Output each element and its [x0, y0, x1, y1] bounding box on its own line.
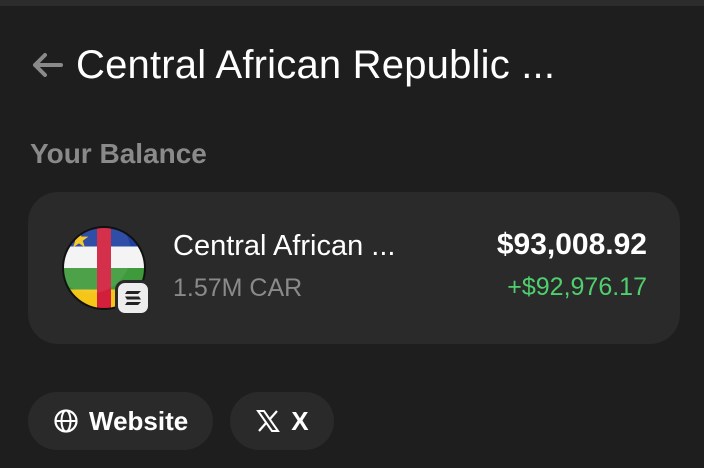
header: Central African Republic ...: [30, 40, 555, 90]
globe-icon: [53, 408, 79, 434]
token-name: Central African ...: [173, 230, 396, 262]
usd-value: $93,008.92: [496, 228, 647, 261]
page-title: Central African Republic ...: [76, 42, 556, 87]
balance-card[interactable]: Central African ... 1.57M CAR $93,008.92…: [28, 192, 680, 344]
x-logo-icon: [255, 408, 281, 434]
top-divider: [0, 0, 704, 6]
website-button[interactable]: Website: [28, 392, 214, 450]
arrow-left-icon: [33, 53, 63, 77]
website-label: Website: [89, 405, 189, 436]
links-row: Website X: [28, 392, 334, 450]
x-label: X: [291, 405, 309, 436]
your-balance-label: Your Balance: [30, 138, 207, 169]
pnl-value: +$92,976.17: [507, 273, 647, 301]
token-amount: 1.57M CAR: [173, 274, 303, 302]
back-button[interactable]: [30, 48, 64, 82]
x-button[interactable]: X: [230, 392, 334, 450]
token-detail-page: Central African Republic ... Your Balanc…: [0, 0, 704, 468]
solana-icon: [115, 280, 151, 316]
